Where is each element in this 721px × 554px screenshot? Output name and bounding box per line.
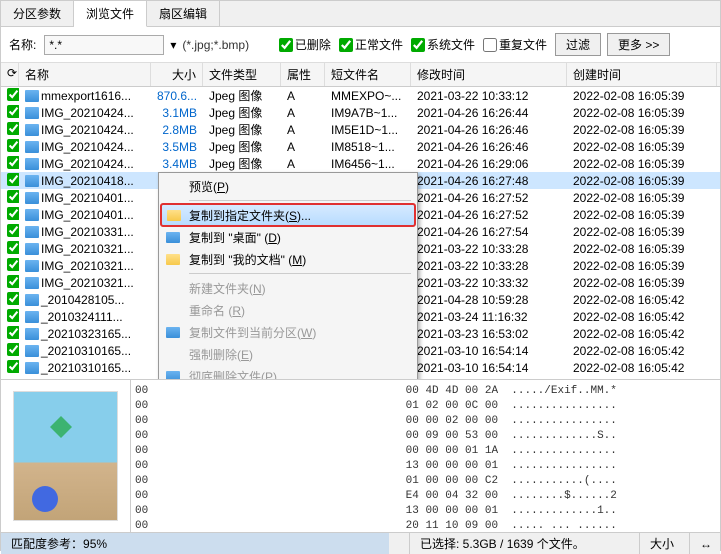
row-checkbox[interactable] [7,105,19,118]
row-checkbox[interactable] [7,122,19,135]
file-icon [25,175,39,187]
file-icon [25,192,39,204]
menu-item-label: 复制到 "桌面" (D) [189,229,281,246]
row-checkbox[interactable] [7,224,19,237]
row-checkbox[interactable] [7,360,19,373]
file-icon [25,345,39,357]
menu-item-label: 彻底删除文件(P) [189,368,277,380]
bottom-panel: 00 00 4D 4D 00 2A ...../Exif..MM.* 00 01… [1,379,720,532]
hdr-short: 短文件名 [325,63,411,86]
file-icon [25,226,39,238]
table-row[interactable]: IMG_20210424...3.4MBJpeg 图像AIM6456~1...2… [1,155,720,172]
menu-item-label: 预览(P) [189,178,229,195]
row-checkbox[interactable] [7,139,19,152]
filter-toolbar: 名称: ▾ (*.jpg;*.bmp) 已删除 正常文件 系统文件 重复文件 过… [1,27,720,63]
menu-item: 彻底删除文件(P) [161,365,415,379]
row-checkbox[interactable] [7,275,19,288]
chk-duplicate[interactable]: 重复文件 [483,36,547,53]
menu-item-label: 复制到指定文件夹(S)... [189,207,311,224]
file-list[interactable]: mmexport1616...870.6...Jpeg 图像AMMEXPO~..… [1,87,720,379]
menu-item-label: 强制删除(E) [189,346,253,363]
hex-view: 00 00 4D 4D 00 2A ...../Exif..MM.* 00 01… [131,380,720,532]
row-checkbox[interactable] [7,207,19,220]
hdr-size: 大小 [151,63,203,86]
file-icon [25,124,39,136]
chk-system[interactable]: 系统文件 [411,36,475,53]
file-icon [25,107,39,119]
row-checkbox[interactable] [7,292,19,305]
row-checkbox[interactable] [7,190,19,203]
file-icon [25,141,39,153]
dropdown-icon[interactable]: ▾ [170,38,176,52]
tab-sector[interactable]: 扇区编辑 [147,1,220,26]
file-icon [25,158,39,170]
tab-partition[interactable]: 分区参数 [1,1,74,26]
hdr-ctime: 创建时间 [567,63,717,86]
image-thumbnail [13,391,118,521]
file-icon [25,209,39,221]
hdr-mtime: 修改时间 [411,63,567,86]
tab-browse[interactable]: 浏览文件 [74,1,147,27]
table-row[interactable]: IMG_20210424...3.1MBJpeg 图像AIM9A7B~1...2… [1,104,720,121]
hdr-attr: 属性 [281,63,325,86]
menu-item-label: 新建文件夹(N) [189,280,266,297]
row-checkbox[interactable] [7,241,19,254]
filter-button[interactable]: 过滤 [555,33,601,56]
row-checkbox[interactable] [7,173,19,186]
row-checkbox[interactable] [7,309,19,322]
file-icon [25,362,39,374]
table-row[interactable]: mmexport1616...870.6...Jpeg 图像AMMEXPO~..… [1,87,720,104]
menu-item[interactable]: 复制到 "桌面" (D) [161,226,415,248]
row-checkbox[interactable] [7,326,19,339]
column-headers[interactable]: ⟳ 名称 大小 文件类型 属性 短文件名 修改时间 创建时间 [1,63,720,87]
menu-item[interactable]: 复制到 "我的文档" (M) [161,248,415,270]
row-checkbox[interactable] [7,258,19,271]
menu-item: 重命名 (R) [161,299,415,321]
file-icon [25,311,39,323]
file-icon [25,328,39,340]
menu-item: 复制文件到当前分区(W) [161,321,415,343]
file-icon [25,260,39,272]
menu-item: 强制删除(E) [161,343,415,365]
tab-bar: 分区参数 浏览文件 扇区编辑 [1,1,720,27]
menu-item[interactable]: 预览(P) [161,175,415,197]
file-icon [25,294,39,306]
menu-item-label: 复制文件到当前分区(W) [189,324,316,341]
menu-item-label: 重命名 (R) [189,302,245,319]
preview-pane [1,380,131,532]
menu-item: 新建文件夹(N) [161,277,415,299]
file-icon [25,277,39,289]
row-checkbox[interactable] [7,88,19,101]
name-pattern-input[interactable] [44,35,164,55]
chk-deleted[interactable]: 已删除 [279,36,331,53]
hdr-name: 名称 [19,63,151,86]
file-icon [25,243,39,255]
more-button[interactable]: 更多 >> [607,33,670,56]
row-checkbox[interactable] [7,156,19,169]
row-checkbox[interactable] [7,343,19,356]
chk-normal[interactable]: 正常文件 [339,36,403,53]
filetype-hint: (*.jpg;*.bmp) [182,38,249,52]
file-icon [25,90,39,102]
table-row[interactable]: IMG_20210424...2.8MBJpeg 图像AIM5E1D~1...2… [1,121,720,138]
hdr-type: 文件类型 [203,63,281,86]
table-row[interactable]: IMG_20210424...3.5MBJpeg 图像AIM8518~1...2… [1,138,720,155]
menu-item-label: 复制到 "我的文档" (M) [189,251,306,268]
name-label: 名称: [9,36,36,53]
context-menu: 预览(P) 复制到指定文件夹(S)... 复制到 "桌面" (D) 复制到 "我的文档… [158,172,418,379]
menu-item[interactable]: 复制到指定文件夹(S)... [161,204,415,226]
